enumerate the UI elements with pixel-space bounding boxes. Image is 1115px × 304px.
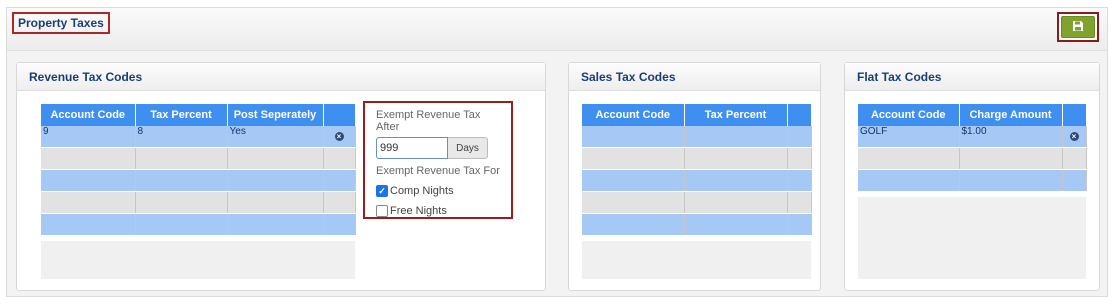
col-account-code[interactable]: Account Code bbox=[582, 104, 685, 126]
cell-post-separately[interactable]: Yes bbox=[227, 126, 324, 148]
col-charge-amount[interactable]: Charge Amount bbox=[959, 104, 1063, 126]
days-addon: Days bbox=[448, 137, 488, 159]
delete-row-icon[interactable]: × bbox=[1069, 132, 1079, 141]
sales-grid-header: Account Code Tax Percent bbox=[582, 104, 812, 126]
floppy-disk-icon bbox=[1072, 20, 1084, 35]
exempt-after-label: Exempt Revenue Tax After bbox=[376, 109, 481, 133]
flat-panel-header: Flat Tax Codes bbox=[845, 63, 1099, 91]
free-nights-option[interactable]: Free Nights bbox=[376, 205, 500, 217]
comp-nights-checkbox[interactable]: ✓ bbox=[376, 185, 388, 197]
col-post-separately[interactable]: Post Seperately bbox=[227, 104, 324, 126]
table-row[interactable] bbox=[41, 169, 356, 192]
cell-tax-percent[interactable]: 8 bbox=[135, 126, 228, 148]
table-row[interactable] bbox=[41, 147, 356, 170]
flat-panel-title: Flat Tax Codes bbox=[857, 70, 942, 84]
free-nights-label: Free Nights bbox=[390, 205, 447, 217]
sales-panel-header: Sales Tax Codes bbox=[569, 63, 820, 91]
table-row[interactable] bbox=[41, 191, 356, 214]
cell-charge-amount[interactable]: $1.00 bbox=[959, 126, 1063, 148]
col-account-code[interactable]: Account Code bbox=[858, 104, 960, 126]
revenue-panel-title: Revenue Tax Codes bbox=[29, 70, 143, 84]
table-row[interactable] bbox=[582, 191, 812, 214]
col-tax-percent[interactable]: Tax Percent bbox=[684, 104, 788, 126]
col-tax-percent[interactable]: Tax Percent bbox=[135, 104, 228, 126]
sales-tax-codes-panel: Sales Tax Codes Account Code Tax Percent bbox=[568, 62, 821, 291]
table-row[interactable] bbox=[582, 213, 812, 236]
sales-tax-grid: Account Code Tax Percent bbox=[582, 104, 812, 236]
exempt-revenue-tax-box: Exempt Revenue Tax After Days Exempt Rev… bbox=[363, 101, 513, 219]
flat-tax-codes-panel: Flat Tax Codes Account Code Charge Amoun… bbox=[844, 62, 1100, 291]
table-row[interactable] bbox=[582, 147, 812, 170]
page-title: Property Taxes bbox=[12, 12, 110, 34]
save-button-highlight bbox=[1057, 12, 1099, 42]
table-row[interactable] bbox=[582, 169, 812, 192]
revenue-tax-grid: Account Code Tax Percent Post Seperately… bbox=[41, 104, 356, 236]
sales-panel-title: Sales Tax Codes bbox=[581, 70, 676, 84]
exempt-after-days-input[interactable] bbox=[376, 137, 448, 159]
table-row[interactable] bbox=[41, 213, 356, 236]
save-button[interactable] bbox=[1061, 16, 1095, 38]
property-taxes-container: Property Taxes Revenue Tax Codes Account… bbox=[6, 7, 1108, 297]
flat-grid-empty-area bbox=[858, 197, 1086, 279]
page-header: Property Taxes bbox=[7, 8, 1107, 51]
col-account-code[interactable]: Account Code bbox=[41, 104, 136, 126]
revenue-tax-codes-panel: Revenue Tax Codes Account Code Tax Perce… bbox=[16, 62, 546, 291]
comp-nights-label: Comp Nights bbox=[390, 185, 454, 197]
col-actions bbox=[787, 104, 812, 126]
col-actions bbox=[323, 104, 356, 126]
flat-tax-grid: Account Code Charge Amount GOLF $1.00 × bbox=[858, 104, 1087, 192]
table-row[interactable] bbox=[858, 169, 1087, 192]
sales-grid-empty-area bbox=[582, 241, 811, 279]
cell-account-code[interactable]: GOLF bbox=[858, 126, 960, 148]
col-actions bbox=[1062, 104, 1087, 126]
table-row[interactable]: 9 8 Yes × bbox=[41, 126, 356, 148]
revenue-panel-header: Revenue Tax Codes bbox=[17, 63, 545, 91]
delete-row-icon[interactable]: × bbox=[334, 132, 344, 141]
table-row[interactable]: GOLF $1.00 × bbox=[858, 126, 1087, 148]
table-row[interactable] bbox=[858, 147, 1087, 170]
table-row[interactable] bbox=[582, 126, 812, 148]
revenue-grid-header: Account Code Tax Percent Post Seperately bbox=[41, 104, 356, 126]
flat-grid-header: Account Code Charge Amount bbox=[858, 104, 1087, 126]
revenue-grid-empty-area bbox=[41, 241, 355, 279]
free-nights-checkbox[interactable] bbox=[376, 205, 388, 217]
exempt-after-input-group: Days bbox=[376, 137, 500, 159]
comp-nights-option[interactable]: ✓ Comp Nights bbox=[376, 185, 500, 197]
exempt-for-label: Exempt Revenue Tax For bbox=[376, 165, 500, 177]
cell-account-code[interactable]: 9 bbox=[41, 126, 136, 148]
